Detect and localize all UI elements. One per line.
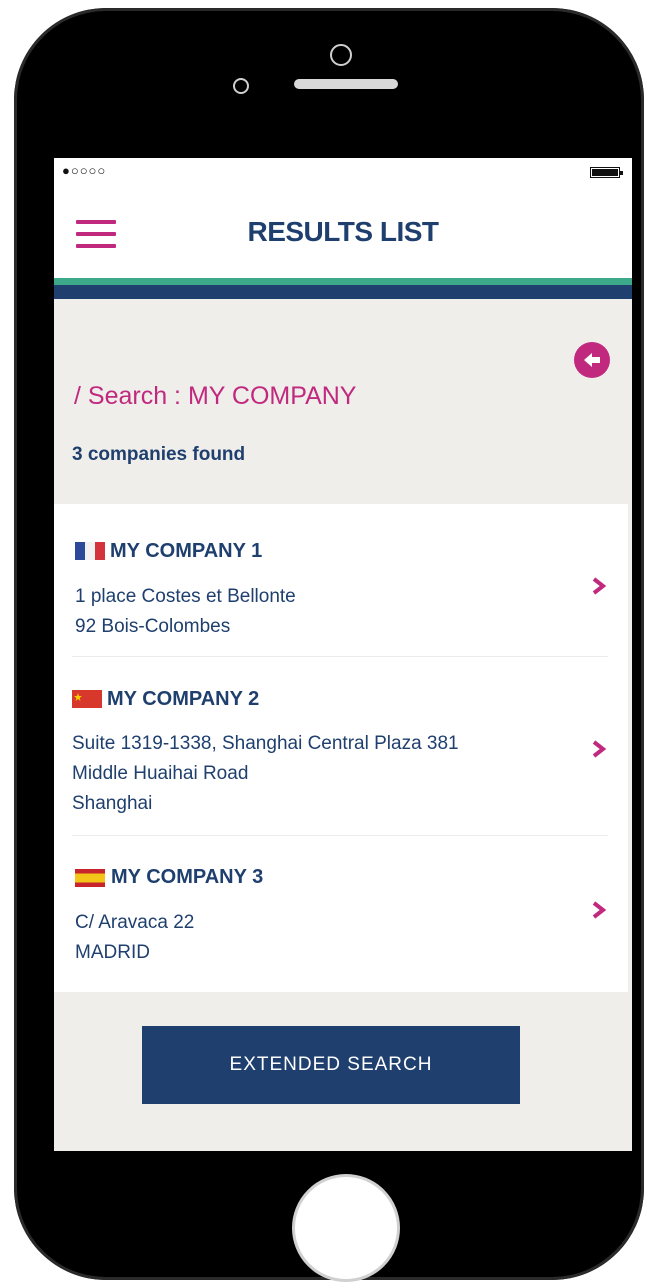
result-item-3[interactable]: MY COMPANY 3 C/ Aravaca 22 MADRID (54, 836, 628, 992)
address-line: Shanghai (72, 793, 153, 814)
chevron-right-icon (592, 577, 607, 595)
france-flag-icon (75, 542, 105, 560)
company-address: 1 place Costes et Bellonte 92 Bois-Colom… (75, 582, 296, 642)
status-bar: ●○○○○ (54, 158, 632, 188)
page-title: RESULTS LIST (247, 216, 439, 247)
result-item-1[interactable]: MY COMPANY 1 1 place Costes et Bellonte … (54, 504, 628, 656)
result-item-2[interactable]: MY COMPANY 2 Suite 1319-1338, Shanghai C… (54, 657, 628, 835)
company-name: MY COMPANY 2 (107, 688, 260, 710)
company-name: MY COMPANY 3 (111, 866, 264, 888)
arrow-left-icon (584, 353, 600, 367)
address-line: MADRID (75, 942, 150, 963)
chevron-right-icon (592, 901, 607, 919)
app-screen: ●○○○○ RESULTS LIST / Search : MY COMPANY… (54, 158, 632, 1151)
back-button[interactable] (574, 342, 610, 378)
address-line: 1 place Costes et Bellonte (75, 586, 296, 607)
signal-strength-indicator: ●○○○○ (62, 163, 107, 178)
search-query-title: / Search : MY COMPANY (74, 382, 357, 410)
china-flag-icon (72, 690, 102, 708)
app-header: RESULTS LIST (54, 188, 632, 280)
chevron-right-icon (592, 740, 607, 758)
company-address: C/ Aravaca 22 MADRID (75, 908, 194, 968)
results-list: MY COMPANY 1 1 place Costes et Bellonte … (54, 504, 628, 992)
extended-search-button[interactable]: EXTENDED SEARCH (142, 1026, 520, 1104)
spain-flag-icon (75, 869, 105, 887)
address-line: Middle Huaihai Road (72, 763, 249, 784)
address-line: 92 Bois-Colombes (75, 616, 231, 637)
results-count: 3 companies found (72, 444, 246, 465)
battery-icon (590, 167, 623, 178)
address-line: Suite 1319-1338, Shanghai Central Plaza … (72, 733, 459, 754)
earpiece-speaker (294, 79, 398, 89)
home-button[interactable] (292, 1174, 400, 1282)
phone-frame: ●○○○○ RESULTS LIST / Search : MY COMPANY… (14, 8, 644, 1282)
header-accent-stripe (54, 278, 632, 285)
company-address: Suite 1319-1338, Shanghai Central Plaza … (72, 729, 459, 819)
proximity-sensor (233, 78, 249, 94)
address-line: C/ Aravaca 22 (75, 912, 195, 933)
front-camera (330, 44, 352, 66)
company-name: MY COMPANY 1 (110, 540, 263, 562)
header-bottom-stripe (54, 285, 632, 299)
